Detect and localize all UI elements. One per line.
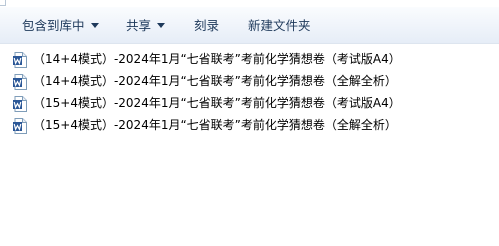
include-in-library-button[interactable]: 包含到库中 xyxy=(22,7,99,44)
file-row[interactable]: （15+4模式）-2024年1月“七省联考”考前化学猜想卷（全解全析） xyxy=(0,114,499,136)
word-document-icon xyxy=(13,96,27,112)
file-row[interactable]: （15+4模式）-2024年1月“七省联考”考前化学猜想卷（考试版A4） xyxy=(0,92,499,114)
share-label: 共享 xyxy=(126,18,152,33)
burn-button[interactable]: 刻录 xyxy=(194,7,219,44)
file-name: （14+4模式）-2024年1月“七省联考”考前化学猜想卷（全解全析） xyxy=(33,74,397,88)
file-row[interactable]: （14+4模式）-2024年1月“七省联考”考前化学猜想卷（全解全析） xyxy=(0,70,499,92)
command-bar: 包含到库中 共享 刻录 新建文件夹 xyxy=(0,7,499,44)
address-bar-edge xyxy=(0,0,499,7)
address-bar-box xyxy=(0,0,6,6)
chevron-down-icon xyxy=(90,23,99,28)
file-name: （15+4模式）-2024年1月“七省联考”考前化学猜想卷（考试版A4） xyxy=(33,96,401,110)
file-name: （15+4模式）-2024年1月“七省联考”考前化学猜想卷（全解全析） xyxy=(33,118,397,132)
include-in-library-label: 包含到库中 xyxy=(22,18,85,33)
burn-label: 刻录 xyxy=(194,18,220,33)
file-row[interactable]: （14+4模式）-2024年1月“七省联考”考前化学猜想卷（考试版A4） xyxy=(0,48,499,70)
file-name: （14+4模式）-2024年1月“七省联考”考前化学猜想卷（考试版A4） xyxy=(33,52,401,66)
new-folder-button[interactable]: 新建文件夹 xyxy=(248,7,311,44)
word-document-icon xyxy=(13,118,27,134)
new-folder-label: 新建文件夹 xyxy=(248,18,311,33)
share-button[interactable]: 共享 xyxy=(126,7,166,44)
word-document-icon xyxy=(13,52,27,68)
word-document-icon xyxy=(13,74,27,90)
chevron-down-icon xyxy=(157,23,166,28)
